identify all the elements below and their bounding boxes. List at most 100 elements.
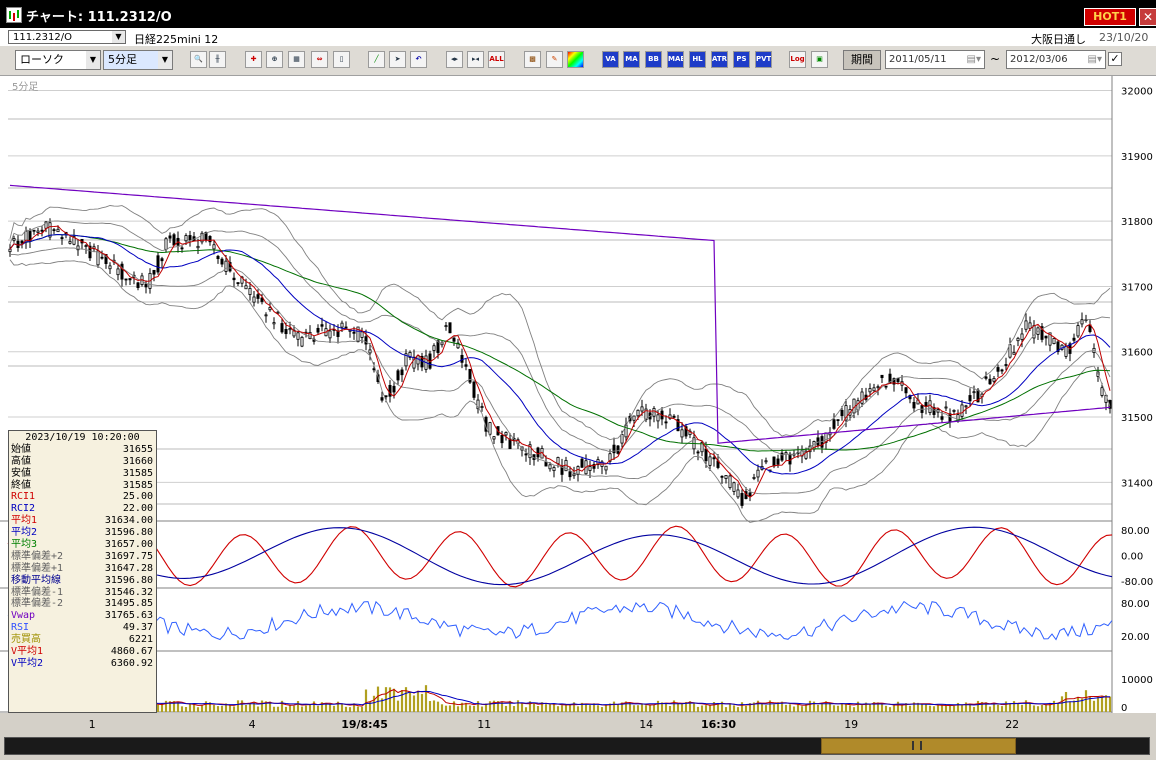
volume-bar — [836, 705, 840, 712]
pvt-icon[interactable]: PVT — [755, 51, 772, 68]
calendar-icon[interactable]: ▤▾ — [967, 51, 981, 68]
volume-bar — [408, 692, 412, 712]
price-axis-area — [1112, 76, 1156, 713]
symbol-value: 111.2312/O — [13, 32, 72, 43]
volume-bar — [552, 703, 556, 712]
expand-icon[interactable]: ◂▸ — [446, 51, 463, 68]
volume-bar — [412, 695, 416, 712]
period-button[interactable]: 期間 — [843, 50, 881, 70]
candle — [84, 245, 88, 247]
cursor-icon[interactable]: ╫ — [209, 51, 226, 68]
candle — [752, 477, 756, 479]
candle — [380, 397, 384, 401]
volume-bar — [420, 693, 424, 712]
volume-bar — [272, 706, 276, 712]
volume-bar — [512, 706, 516, 712]
color-icon[interactable] — [567, 51, 584, 68]
volume-bar — [328, 703, 332, 712]
volume-bar — [568, 704, 572, 712]
hl-icon[interactable]: HL — [689, 51, 706, 68]
shrink-icon[interactable]: ▸◂ — [467, 51, 484, 68]
rsi-tick-label: 20.00 — [1121, 632, 1150, 643]
candle-icon[interactable]: ⇔ — [311, 51, 328, 68]
ps-icon[interactable]: PS — [733, 51, 750, 68]
candle — [1012, 351, 1016, 355]
va-icon[interactable]: VA — [602, 51, 619, 68]
line-icon[interactable]: ╱ — [368, 51, 385, 68]
info-label: 売買高 — [11, 634, 41, 646]
chart-type-select[interactable]: ローソク ▼ — [15, 50, 101, 70]
chevron-down-icon[interactable]: ▼ — [158, 51, 172, 69]
ma-icon[interactable]: MA — [623, 51, 640, 68]
info-label: 高値 — [11, 455, 31, 467]
symbol-select[interactable]: 111.2312/O ▼ — [8, 30, 126, 44]
info-label: 標準偏差-1 — [11, 586, 64, 598]
volume-bar — [448, 705, 452, 712]
atr-icon[interactable]: ATR — [711, 51, 728, 68]
volume-bar — [892, 705, 896, 712]
candle — [156, 255, 160, 273]
info-row: 終値 31585 — [9, 480, 156, 492]
candle — [552, 467, 556, 472]
candle — [756, 469, 760, 478]
volume-bar — [480, 706, 484, 712]
candle — [96, 250, 100, 266]
bb-icon[interactable]: BB — [645, 51, 662, 68]
volume-bar — [216, 706, 220, 712]
hot-badge[interactable]: HOT1 — [1084, 8, 1136, 26]
candle — [1076, 325, 1080, 337]
apply-checkbox[interactable]: ✓ — [1108, 52, 1122, 66]
interval-select[interactable]: 5分足 ▼ — [103, 50, 173, 70]
magnify-icon[interactable]: ⊕ — [266, 51, 283, 68]
candle — [60, 237, 64, 239]
candle — [876, 386, 880, 389]
zoom-icon[interactable]: 🔍 — [190, 51, 207, 68]
to-date-field[interactable]: 2012/03/06 ▤▾ — [1006, 50, 1106, 69]
close-icon[interactable]: ✕ — [1139, 8, 1156, 26]
candle — [1004, 364, 1008, 366]
draw-icon[interactable]: ✚ — [245, 51, 262, 68]
candle — [164, 238, 168, 250]
candle — [252, 296, 256, 303]
chevron-down-icon[interactable]: ▼ — [112, 31, 125, 43]
candle — [36, 230, 40, 233]
volume-bar — [472, 705, 476, 712]
scrollbar-grip-icon[interactable] — [912, 741, 922, 750]
info-value: 31647.28 — [104, 562, 153, 574]
volume-bar — [668, 705, 672, 712]
export-icon[interactable]: ▣ — [811, 51, 828, 68]
chart-canvas[interactable]: 32000 31900 31800 31700 31600 31500 31400 5分足 80… — [0, 76, 1156, 713]
candle — [400, 369, 404, 376]
info-row: RSI 49.37 — [9, 622, 156, 634]
all-icon[interactable]: ALL — [488, 51, 505, 68]
volume-bar — [976, 700, 980, 712]
log-icon[interactable]: Log — [789, 51, 806, 68]
candle — [896, 377, 900, 383]
info-value: 31634.00 — [104, 515, 153, 527]
clear-icon[interactable]: ▯ — [333, 51, 350, 68]
volume-bar — [640, 704, 644, 712]
volume-bar — [576, 706, 580, 712]
trend-icon[interactable]: ▦ — [288, 51, 305, 68]
undo-icon[interactable]: ↶ — [410, 51, 427, 68]
info-value: 25.00 — [122, 491, 153, 503]
info-label: 平均2 — [11, 527, 38, 539]
volume-bar — [1060, 696, 1064, 712]
volume-bar — [676, 703, 680, 712]
volume-bar — [284, 706, 288, 712]
candle — [1028, 322, 1032, 329]
candle — [640, 406, 644, 412]
candle — [460, 354, 464, 363]
candle — [1064, 345, 1068, 357]
calendar-icon[interactable]: ▤▾ — [1088, 51, 1102, 68]
brush-icon[interactable]: ✎ — [546, 51, 563, 68]
volume-bar — [304, 705, 308, 712]
chevron-down-icon[interactable]: ▼ — [86, 51, 100, 69]
candle — [264, 314, 268, 317]
from-date-field[interactable]: 2011/05/11 ▤▾ — [885, 50, 985, 69]
volume-bar — [584, 703, 588, 712]
mae-icon[interactable]: MAE — [667, 51, 684, 68]
pointer-icon[interactable]: ➤ — [389, 51, 406, 68]
settings-icon[interactable]: ▩ — [524, 51, 541, 68]
volume-bar — [764, 705, 768, 712]
